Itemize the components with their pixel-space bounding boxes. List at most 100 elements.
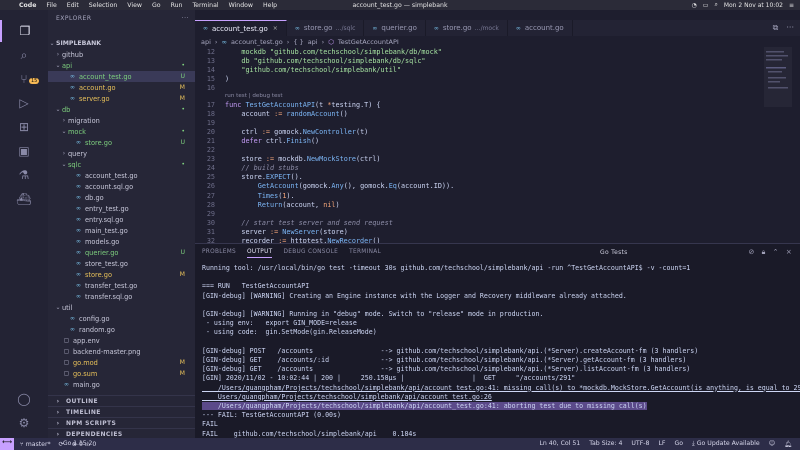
run-debug-icon[interactable]: ▷ [0, 92, 48, 114]
menu-window[interactable]: Window [224, 2, 258, 9]
go-version[interactable]: Go 1.15.2 [63, 440, 92, 447]
app-menu[interactable]: Code [14, 2, 41, 9]
remote-explorer-icon[interactable]: ▣ [0, 140, 48, 162]
panel-tab-debug-console[interactable]: DEBUG CONSOLE [283, 249, 338, 258]
settings-gear-icon[interactable]: ⚙ [0, 412, 48, 434]
end-of-line[interactable]: LF [658, 440, 665, 448]
close-tab-icon[interactable]: × [273, 25, 278, 32]
clock[interactable]: Mon 2 Nov at 10:02 [724, 2, 783, 9]
workspace-root[interactable]: ⌄ SIMPLEBANK [48, 38, 195, 49]
menu-edit[interactable]: Edit [62, 2, 84, 9]
tree-item[interactable]: ⌄ util [48, 302, 195, 313]
tree-item[interactable]: ⌄ api • [48, 60, 195, 71]
minimap[interactable] [764, 47, 792, 243]
panel-tab-problems[interactable]: PROBLEMS [202, 249, 236, 258]
section-dependencies[interactable]: › DEPENDENCIES [48, 428, 195, 438]
tree-item[interactable]: ∞ account_test.go U [48, 71, 195, 82]
menu-terminal[interactable]: Terminal [187, 2, 223, 9]
selected-output-text[interactable]: /Users/quangpham/Projects/techschool/sim… [202, 402, 647, 410]
tree-item[interactable]: ∞ server.go M [48, 93, 195, 104]
section-outline[interactable]: › OUTLINE [48, 395, 195, 406]
editor-tab[interactable]: ∞ store.go …/sqlc [287, 20, 365, 36]
tree-item[interactable]: ∞ main_test.go [48, 225, 195, 236]
tree-item[interactable]: ▢ go.sum M [48, 368, 195, 379]
menu-view[interactable]: View [122, 2, 147, 9]
go-update-status[interactable]: ⤓ Go Update Available [692, 440, 760, 448]
tree-item[interactable]: › migration [48, 115, 195, 126]
codelens-run-debug[interactable]: run test | debug test [225, 93, 283, 99]
tree-item[interactable]: ∞ store.go U [48, 137, 195, 148]
more-actions-icon[interactable]: ··· [786, 23, 794, 33]
tree-item[interactable]: ∞ entry_test.go [48, 203, 195, 214]
tree-item[interactable]: ∞ transfer.sql.go [48, 291, 195, 302]
testing-icon[interactable]: ⚗ [0, 164, 48, 186]
panel-tab-output[interactable]: OUTPUT [247, 249, 273, 258]
notifications-icon[interactable]: 🔔︎ [784, 440, 792, 448]
tree-item[interactable]: ∞ models.go [48, 236, 195, 247]
editor-tab[interactable]: ∞ account.go [508, 20, 573, 36]
menu-help[interactable]: Help [258, 2, 282, 9]
source-control-icon[interactable]: ⑂ 15 [0, 68, 48, 90]
output-channel-select[interactable]: Go Tests [600, 249, 628, 256]
editor-tab[interactable]: ∞ querier.go [364, 20, 426, 36]
feedback-icon[interactable]: ☺ [769, 440, 775, 448]
file-link[interactable]: /Users/quangpham/Projects/techschool/sim… [202, 384, 800, 392]
tree-item[interactable]: ⌄ sqlc • [48, 159, 195, 170]
language-mode[interactable]: Go [674, 440, 683, 448]
extensions-icon[interactable]: ⊞ [0, 116, 48, 138]
lock-scroll-icon[interactable]: 🔒︎ [762, 248, 766, 257]
cursor-position[interactable]: Ln 40, Col 51 [539, 440, 580, 448]
maximize-panel-icon[interactable]: ⌃ [773, 248, 779, 257]
split-editor-icon[interactable]: ⧉ [773, 23, 779, 33]
tree-item[interactable]: ∞ config.go [48, 313, 195, 324]
breadcrumb-function[interactable]: TestGetAccountAPI [338, 38, 399, 46]
file-link[interactable]: Users/quangpham/Projects/techschool/simp… [202, 393, 492, 401]
tree-item[interactable]: ∞ account.go M [48, 82, 195, 93]
git-branch[interactable]: ⑂ master* [20, 441, 51, 448]
breadcrumb-package[interactable]: api [308, 38, 318, 46]
tree-item[interactable]: ∞ store_test.go [48, 258, 195, 269]
menu-file[interactable]: File [41, 2, 61, 9]
tree-item[interactable]: ∞ entry.sql.go [48, 214, 195, 225]
tree-item[interactable]: ▢ backend-master.png [48, 346, 195, 357]
tab-size[interactable]: Tab Size: 4 [589, 440, 622, 448]
tree-item[interactable]: ∞ store.go M [48, 269, 195, 280]
more-actions-icon[interactable]: ··· [182, 15, 189, 22]
tree-item[interactable]: ⌄ db • [48, 104, 195, 115]
tree-item[interactable]: ▢ go.mod M [48, 357, 195, 368]
menu-run[interactable]: Run [166, 2, 188, 9]
battery-icon[interactable]: ▭ [703, 2, 709, 9]
section-npm-scripts[interactable]: › NPM SCRIPTS [48, 417, 195, 428]
encoding[interactable]: UTF-8 [631, 440, 649, 448]
menu-go[interactable]: Go [147, 2, 166, 9]
breadcrumb-file[interactable]: account_test.go [231, 38, 283, 46]
code-editor[interactable]: 12 mockdb "github.com/techschool/simpleb… [195, 47, 800, 243]
editor-tab[interactable]: ∞ store.go …/mock [426, 20, 508, 36]
docker-icon[interactable]: ⛴ [0, 188, 48, 210]
control-center-icon[interactable]: ≡ [789, 2, 794, 9]
search-icon[interactable]: ⌕ [714, 1, 717, 9]
tree-item[interactable]: ⌄ mock • [48, 126, 195, 137]
tree-item[interactable]: ∞ main.go [48, 379, 195, 390]
tree-item[interactable]: › query [48, 148, 195, 159]
tree-item[interactable]: ∞ account.sql.go [48, 181, 195, 192]
editor-tab[interactable]: ∞ account_test.go × [195, 20, 287, 36]
remote-indicator-icon[interactable]: ⟷ [0, 438, 14, 450]
tree-item[interactable]: › github [48, 49, 195, 60]
close-panel-icon[interactable]: × [786, 248, 792, 257]
tree-item[interactable]: ∞ account_test.go [48, 170, 195, 181]
menu-selection[interactable]: Selection [84, 2, 123, 9]
search-icon[interactable]: ⌕ [0, 44, 48, 66]
tree-item[interactable]: ∞ db.go [48, 192, 195, 203]
wifi-icon[interactable]: ◔ [692, 2, 697, 9]
explorer-icon[interactable]: ❐ [0, 20, 48, 42]
tree-item[interactable]: ∞ transfer_test.go [48, 280, 195, 291]
panel-tab-terminal[interactable]: TERMINAL [349, 249, 381, 258]
section-timeline[interactable]: › TIMELINE [48, 406, 195, 417]
tree-item[interactable]: ∞ random.go [48, 324, 195, 335]
tree-item[interactable]: ∞ querier.go U [48, 247, 195, 258]
tree-item[interactable]: ▢ app.env [48, 335, 195, 346]
account-icon[interactable]: ◯ [0, 388, 48, 410]
clear-output-icon[interactable]: ⊘ [748, 248, 754, 257]
breadcrumb-folder[interactable]: api [201, 38, 211, 46]
